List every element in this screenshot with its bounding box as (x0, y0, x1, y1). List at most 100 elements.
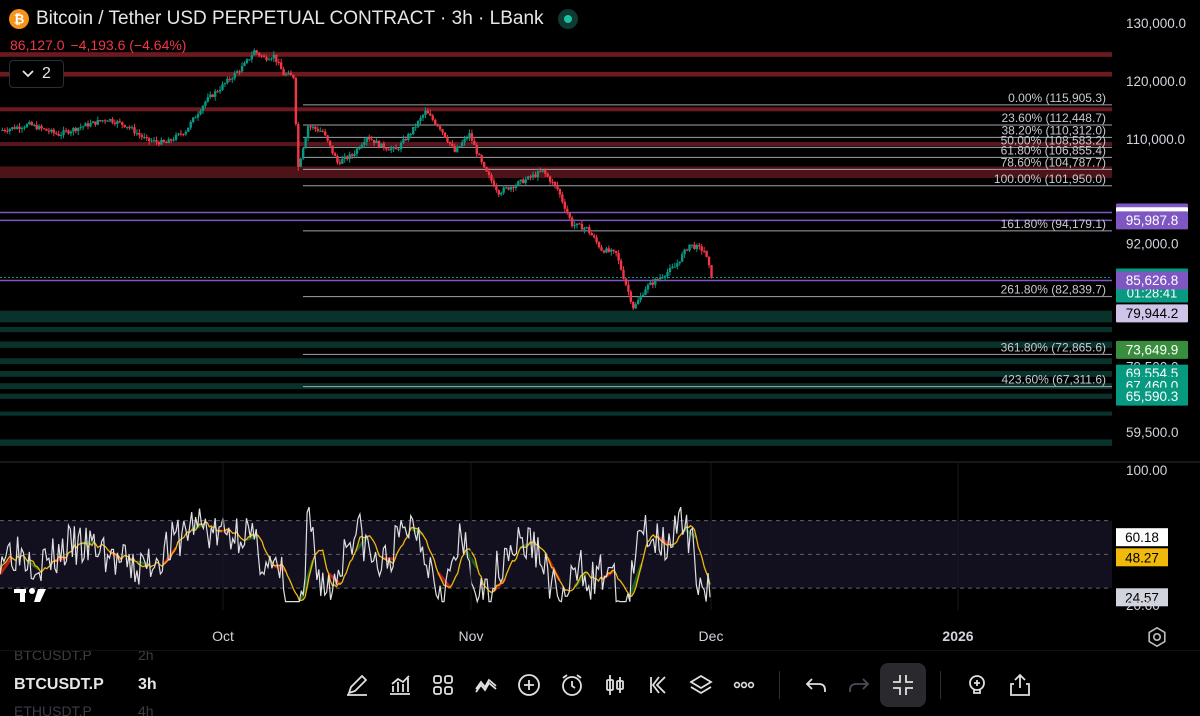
candle (221, 84, 224, 90)
candle (495, 186, 498, 191)
candle (509, 187, 513, 190)
fib-level-label: 423.60% (67,311.6) (1001, 373, 1106, 387)
more-button[interactable] (722, 663, 765, 707)
grid-icon (432, 675, 453, 695)
sr-zone (0, 326, 1112, 333)
candle (624, 278, 628, 285)
fullscreen-toggle-button[interactable] (880, 663, 926, 707)
candle (438, 126, 442, 130)
candles-button[interactable] (593, 663, 636, 707)
ticker-row-current[interactable]: BTCUSDT.P 3h (14, 676, 174, 694)
candle (187, 127, 190, 132)
chart-type-button[interactable] (378, 663, 421, 707)
candle (169, 139, 173, 141)
candle (568, 213, 571, 218)
candle (595, 237, 598, 243)
candle (301, 148, 305, 159)
candle (680, 254, 684, 262)
candle (363, 142, 366, 145)
settings-gear-icon[interactable] (1146, 626, 1168, 648)
candle (590, 232, 593, 236)
candle (162, 139, 166, 142)
candle (306, 126, 310, 139)
candle (629, 291, 633, 302)
candle (133, 127, 136, 134)
ticker-row-prev[interactable]: BTCUSDT.P 2h (14, 651, 174, 663)
candle (304, 138, 307, 149)
toolbar-divider (940, 671, 941, 699)
candle (614, 250, 618, 254)
last-price: 86,127.0 (10, 37, 65, 53)
redo-icon (848, 678, 869, 692)
candle (372, 140, 376, 144)
candle (84, 123, 87, 127)
indicators-button[interactable] (464, 663, 507, 707)
candle (702, 250, 706, 252)
replay-button[interactable] (636, 663, 679, 707)
candle (558, 188, 562, 195)
candle (350, 154, 354, 156)
svg-text:₿: ₿ (14, 12, 25, 27)
candle (563, 201, 567, 209)
chart-canvas[interactable]: 0.00% (115,905.3)23.60% (112,448.7)38.20… (0, 0, 1200, 716)
ideas-button[interactable] (955, 663, 998, 707)
candle (602, 250, 606, 253)
layout-button[interactable] (421, 663, 464, 707)
candle (592, 235, 596, 238)
candle (610, 249, 613, 252)
candle (1, 130, 4, 132)
candle (463, 138, 466, 143)
alert-clock-icon (561, 674, 582, 696)
undo-button[interactable] (794, 663, 837, 707)
candle (77, 127, 80, 131)
pen-icon (346, 674, 367, 696)
candle (311, 126, 315, 128)
candle (128, 126, 131, 128)
price-badge-label: 85,626.8 (1126, 273, 1179, 288)
candle (147, 137, 151, 141)
candle (182, 134, 185, 136)
add-button[interactable] (507, 663, 550, 707)
candle (407, 134, 410, 141)
candle (113, 122, 117, 125)
alert-button[interactable] (550, 663, 593, 707)
share-button[interactable] (998, 663, 1041, 707)
symbol-title[interactable]: Bitcoin / Tether USD PERPETUAL CONTRACT … (36, 8, 544, 30)
candle (500, 192, 503, 195)
candle (578, 223, 581, 225)
candle (541, 169, 545, 172)
redo-button[interactable] (837, 663, 880, 707)
candle (475, 145, 478, 155)
candle (118, 121, 122, 123)
candle (42, 128, 46, 130)
candle (561, 194, 564, 202)
candle (646, 285, 650, 290)
watchlist-ticker-scroller[interactable]: BTCUSDT.P 2h BTCUSDT.P 3h ETHUSDT.P 4h (14, 651, 174, 716)
candle (566, 208, 569, 214)
candle (30, 122, 33, 126)
candle (6, 130, 9, 132)
candle (74, 128, 77, 131)
candle (157, 142, 161, 145)
indicators-toggle-button[interactable]: 2 (9, 60, 64, 88)
candle (323, 131, 327, 136)
candle (140, 135, 144, 138)
price-axis-label: 92,000.0 (1126, 236, 1179, 251)
rsi-badge-label: 48.27 (1125, 550, 1159, 565)
candle (57, 133, 60, 136)
candle (414, 126, 417, 128)
layers-button[interactable] (679, 663, 722, 707)
candle (607, 248, 611, 252)
candle (504, 187, 508, 189)
ticker-row-next[interactable]: ETHUSDT.P 4h (14, 703, 174, 716)
fib-level-label: 361.80% (72,865.6) (1001, 340, 1106, 354)
candle (387, 149, 390, 151)
candle (412, 126, 415, 135)
fib-level-label: 0.00% (115,905.3) (1008, 91, 1106, 105)
candle (103, 120, 107, 122)
draw-tool-button[interactable] (335, 663, 378, 707)
candle (575, 223, 579, 226)
candle (392, 147, 395, 149)
price-badge-label: 65,590.3 (1126, 389, 1179, 404)
chart-header: ₿ Bitcoin / Tether USD PERPETUAL CONTRAC… (8, 8, 578, 30)
